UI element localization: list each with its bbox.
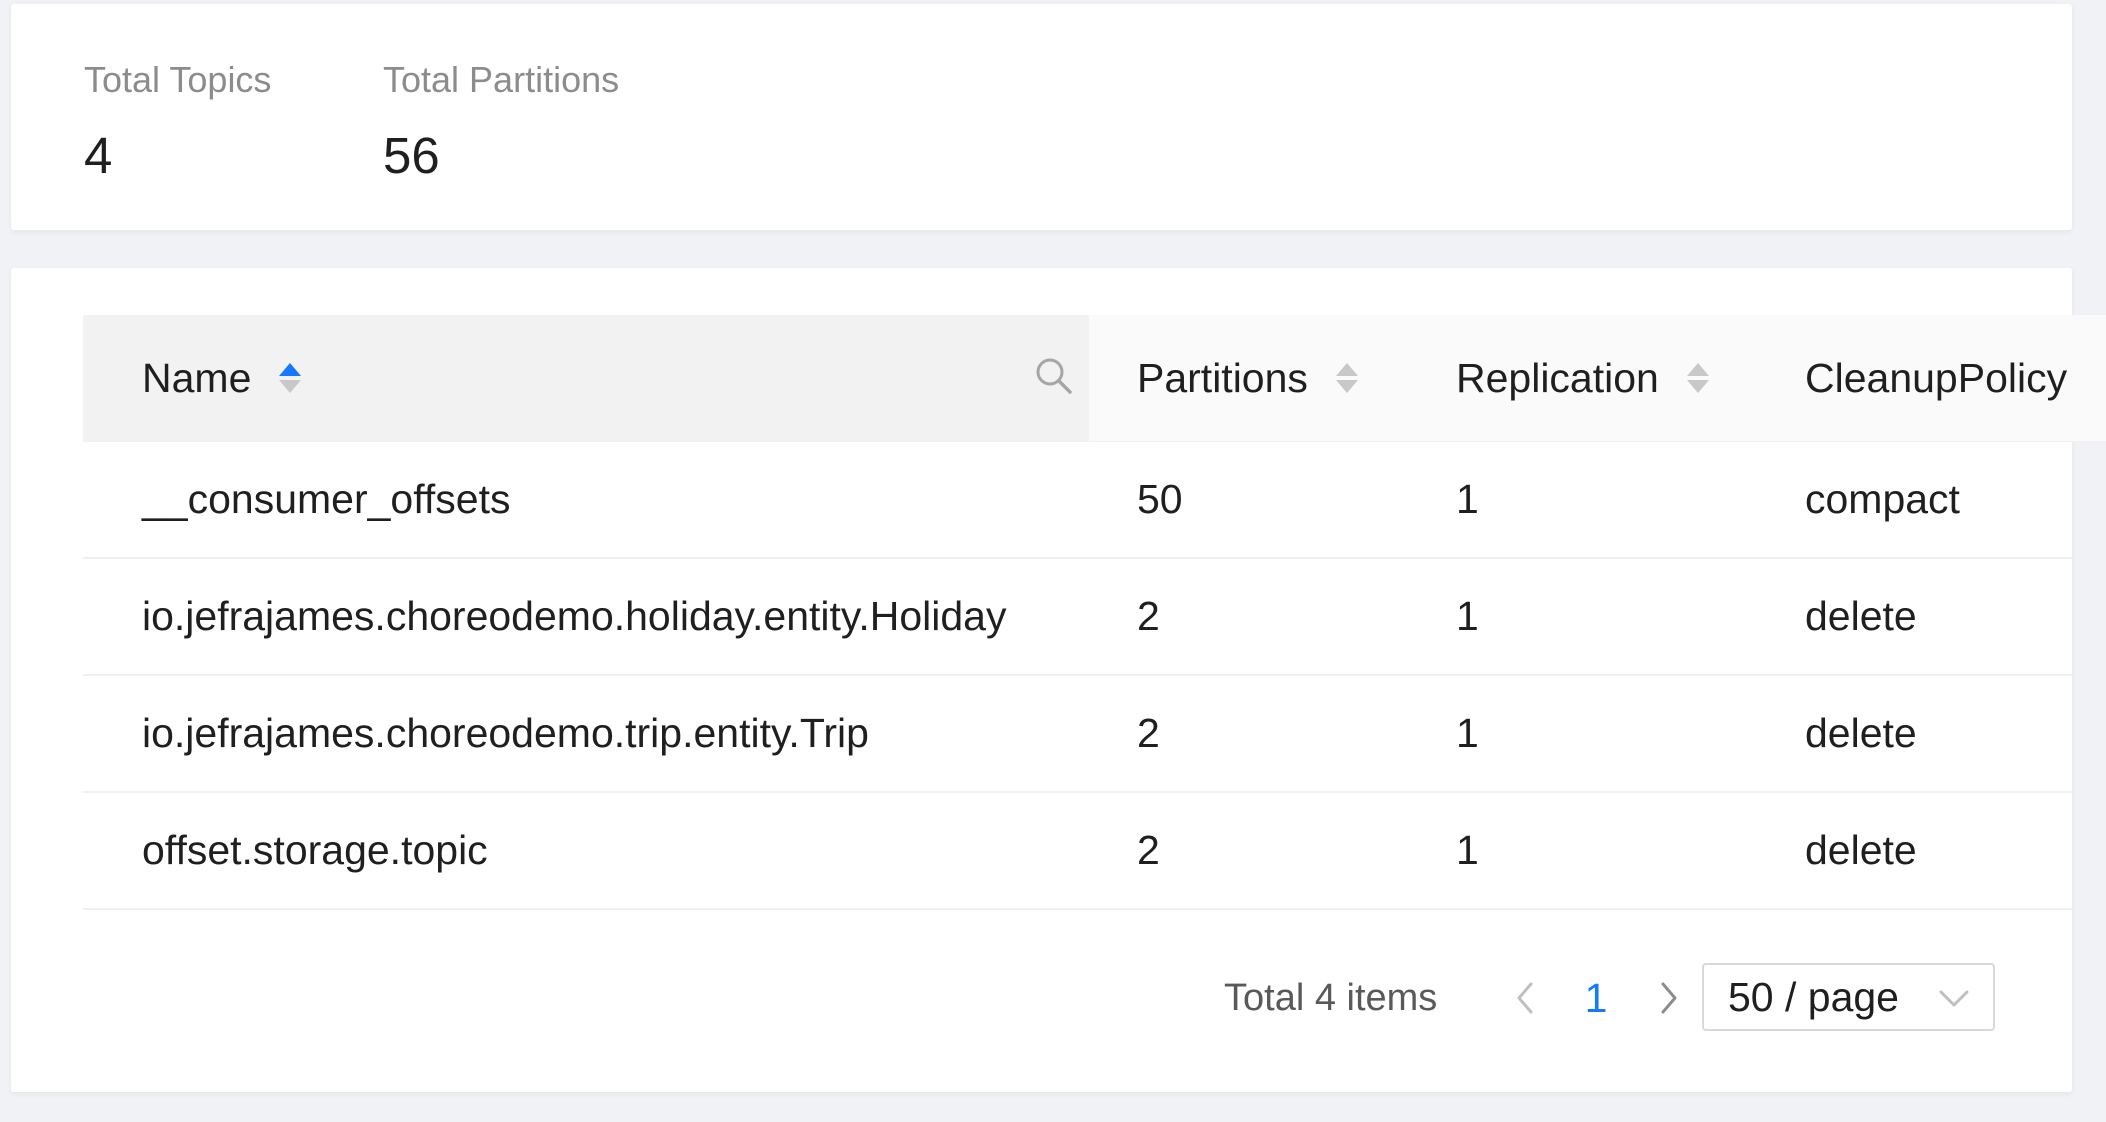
sort-icon[interactable] [1686, 363, 1709, 393]
column-header-replication-label: Replication [1456, 354, 1659, 401]
column-header-partitions-label: Partitions [1137, 354, 1308, 401]
column-header-name[interactable]: Name [142, 315, 302, 441]
sort-icon[interactable] [279, 363, 302, 393]
pagination-total: Total 4 items [1224, 976, 1438, 1019]
sort-icon[interactable] [1335, 363, 1358, 393]
topic-name-cell: io.jefrajames.choreodemo.trip.entity.Tri… [142, 709, 869, 756]
topic-name-cell: offset.storage.topic [142, 826, 488, 873]
search-icon[interactable] [1032, 354, 1076, 398]
page-size-select[interactable]: 50 / page [1702, 963, 1995, 1031]
page-size-value: 50 / page [1728, 973, 1899, 1020]
table-row[interactable]: io.jefrajames.choreodemo.holiday.entity.… [83, 558, 2072, 676]
table-row[interactable]: __consumer_offsets 50 1 compact [83, 441, 2072, 559]
partitions-cell: 2 [1137, 592, 1160, 639]
column-header-name-label: Name [142, 354, 252, 401]
partitions-cell: 50 [1137, 475, 1183, 522]
topics-summary-card: Total Topics 4 Total Partitions 56 [11, 4, 2072, 230]
cleanup-policy-cell: delete [1805, 826, 1917, 873]
sort-descending-icon [1686, 380, 1709, 393]
replication-cell: 1 [1456, 475, 1479, 522]
chevron-left-icon[interactable] [1503, 976, 1547, 1020]
sort-ascending-icon [279, 363, 302, 376]
column-header-replication[interactable]: Replication [1456, 315, 1709, 441]
partitions-cell: 2 [1137, 826, 1160, 873]
topic-name-cell: io.jefrajames.choreodemo.holiday.entity.… [142, 592, 1007, 639]
cleanup-policy-cell: compact [1805, 475, 1960, 522]
total-topics-value: 4 [84, 127, 113, 184]
replication-cell: 1 [1456, 826, 1479, 873]
table-row[interactable]: offset.storage.topic 2 1 delete [83, 792, 2072, 910]
pagination: Total 4 items 1 50 / page [11, 963, 2072, 1033]
sort-ascending-icon [1335, 363, 1358, 376]
column-header-cleanup-policy-label: CleanupPolicy [1805, 354, 2068, 401]
table-row[interactable]: io.jefrajames.choreodemo.trip.entity.Tri… [83, 675, 2072, 793]
total-partitions-label: Total Partitions [383, 59, 620, 100]
replication-cell: 1 [1456, 592, 1479, 639]
chevron-right-icon[interactable] [1647, 976, 1691, 1020]
topics-table-card: Name Partitions Replication CleanupPolic… [11, 268, 2106, 1092]
sort-ascending-icon [1686, 363, 1709, 376]
table-header: Name Partitions Replication CleanupPolic… [83, 315, 2106, 442]
cleanup-policy-cell: delete [1805, 709, 1917, 756]
total-partitions-value: 56 [383, 127, 440, 184]
sort-descending-icon [279, 380, 302, 393]
partitions-cell: 2 [1137, 709, 1160, 756]
total-topics-label: Total Topics [84, 59, 272, 100]
chevron-down-icon [1937, 983, 1971, 1013]
cleanup-policy-cell: delete [1805, 592, 1917, 639]
column-header-partitions[interactable]: Partitions [1137, 315, 1358, 441]
topic-name-cell: __consumer_offsets [142, 475, 511, 522]
replication-cell: 1 [1456, 709, 1479, 756]
page-number-current[interactable]: 1 [1571, 963, 1621, 1033]
sort-descending-icon [1335, 380, 1358, 393]
column-header-cleanup-policy: CleanupPolicy [1805, 315, 2067, 441]
